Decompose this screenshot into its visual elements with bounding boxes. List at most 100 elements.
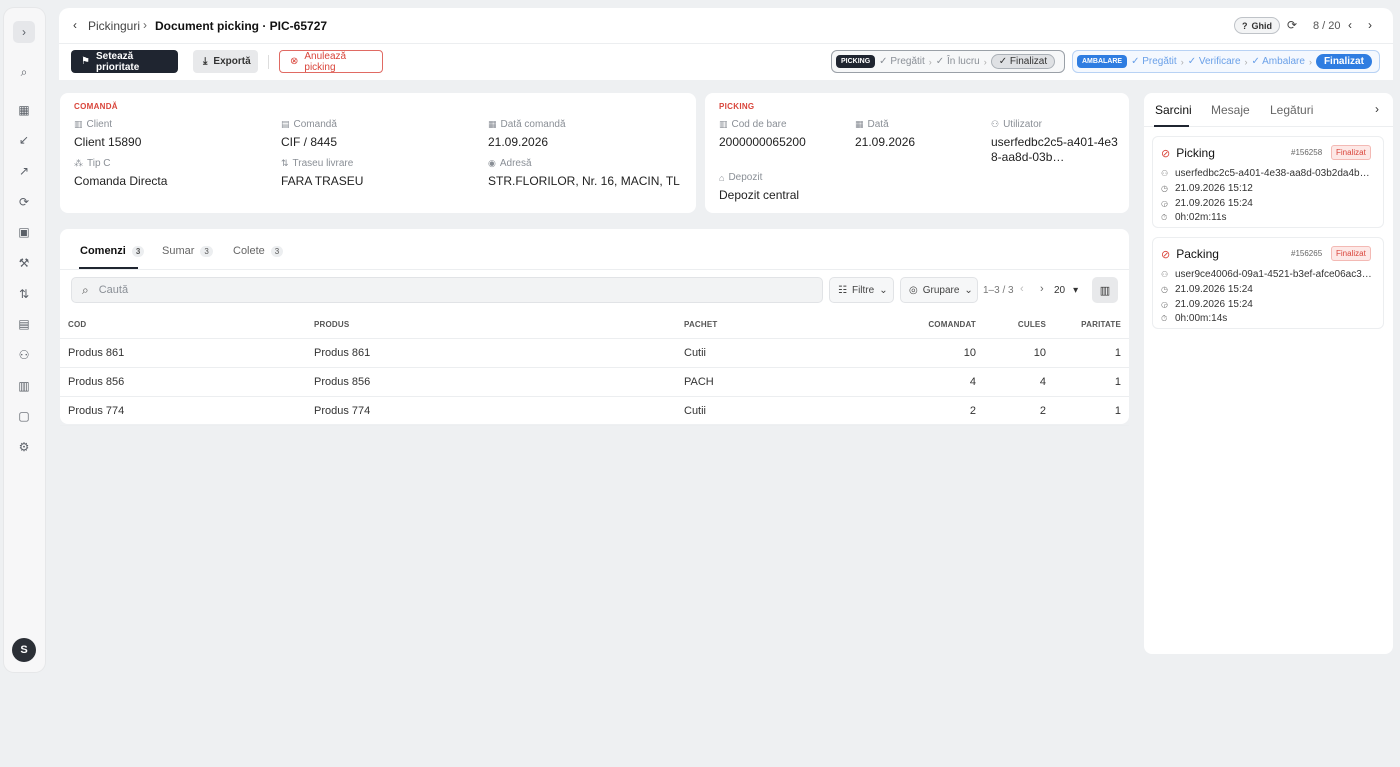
warehouse-field: ⌂ Depozit Depozit central: [719, 172, 799, 203]
content-tabs: Comenzi 3 Sumar 3 Colete 3: [60, 229, 1129, 270]
column-header-cules[interactable]: CULES: [984, 311, 1054, 339]
timer-icon: ⏱: [1161, 313, 1168, 323]
forklift-icon[interactable]: ⚒: [13, 252, 35, 274]
export-button[interactable]: ⤓ Exportă: [193, 50, 258, 73]
toolbar: ⚑ Setează prioritate ⤓ Exportă ⊗ Anuleaz…: [59, 44, 1393, 80]
search-bar: ⌕: [71, 277, 823, 303]
order-type-value: Comanda Directa: [74, 174, 168, 188]
task-id: #156265: [1291, 249, 1323, 258]
per-page-select[interactable]: 20 ▾: [1054, 285, 1078, 296]
calendar-icon: ▦: [855, 119, 864, 129]
step-separator-icon: ›: [928, 56, 932, 67]
outbound-icon[interactable]: ↗: [13, 160, 35, 182]
page-prev-icon[interactable]: ‹: [1020, 283, 1024, 295]
order-card: COMANDĂ ▥ Client Client 15890 ▤ Comandă CI…: [60, 93, 696, 213]
warehouse-label: Depozit: [728, 172, 763, 183]
step-separator-icon: ›: [1244, 56, 1248, 67]
warehouse-icon: ⌂: [719, 172, 725, 183]
guide-button[interactable]: ? Ghid: [1234, 17, 1280, 34]
tab-mesaje[interactable]: Mesaje: [1211, 103, 1250, 117]
client-field: ▥ Client Client 15890: [74, 119, 141, 150]
order-type-label: Tip C: [87, 158, 111, 169]
per-page-value: 20: [1054, 285, 1066, 296]
chevron-down-icon: ⌄: [879, 284, 888, 296]
order-number-field: ▤ Comandă CIF / 8445: [281, 119, 337, 150]
prev-record-icon[interactable]: ‹: [1348, 18, 1352, 32]
column-header-produs[interactable]: PRODUS: [306, 311, 676, 339]
page-next-icon[interactable]: ›: [1040, 283, 1044, 295]
cancel-picking-label: Anulează picking: [304, 50, 347, 73]
type-icon: ⁂: [74, 158, 83, 168]
task-start: 21.09.2026 15:12: [1175, 183, 1253, 194]
group-button[interactable]: ◎ Grupare ⌄: [900, 277, 978, 303]
address-label: Adresă: [499, 158, 532, 169]
active-tab-indicator: [79, 267, 138, 269]
chevron-right-icon[interactable]: ›: [1375, 102, 1379, 116]
cell-paritate: 1: [1054, 367, 1129, 397]
step-separator-icon: ›: [1308, 56, 1312, 67]
address-field: ◉ Adresă STR.FLORILOR, Nr. 16, MACIN, TL: [488, 158, 680, 189]
column-header-paritate[interactable]: PARITATE: [1054, 311, 1129, 339]
dashboard-icon[interactable]: ▦: [13, 99, 35, 121]
end-time-icon: ◶: [1161, 199, 1168, 208]
barcode-icon: ▥: [719, 119, 728, 129]
refresh-icon[interactable]: ⟳: [1287, 18, 1297, 32]
next-record-icon[interactable]: ›: [1368, 18, 1372, 32]
inbound-icon[interactable]: ↙: [13, 129, 35, 151]
search-icon: ⌕: [82, 282, 89, 297]
tab-sarcini[interactable]: Sarcini: [1155, 103, 1192, 117]
task-card-packing[interactable]: ⊘ Packing #156265 Finalizat ⚇ user9ce4006…: [1152, 237, 1384, 329]
column-header-cod[interactable]: COD: [60, 311, 306, 339]
tab-comenzi[interactable]: Comenzi 3: [80, 245, 145, 257]
table-row[interactable]: Produs 856 Produs 856 PACH 4 4 1: [60, 367, 1129, 397]
task-card-picking[interactable]: ⊘ Picking #156258 Finalizat ⚇ userfedbc2c…: [1152, 136, 1384, 228]
tab-sumar[interactable]: Sumar 3: [162, 245, 213, 257]
search-input[interactable]: [98, 284, 699, 296]
table-row[interactable]: Produs 861 Produs 861 Cutii 10 10 1: [60, 338, 1129, 368]
chevron-right-icon[interactable]: ›: [13, 21, 35, 43]
columns-icon: ▥: [1099, 284, 1111, 297]
cell-paritate: 1: [1054, 338, 1129, 368]
tab-colete-count: 3: [270, 245, 284, 257]
cancel-picking-button[interactable]: ⊗ Anulează picking: [279, 50, 383, 73]
cell-paritate: 1: [1054, 396, 1129, 426]
user-icon: ⚇: [1161, 169, 1169, 178]
tab-colete[interactable]: Colete 3: [233, 245, 284, 257]
table-row[interactable]: Produs 774 Produs 774 Cutii 2 2 1: [60, 396, 1129, 426]
settings-icon[interactable]: ⚙: [13, 436, 35, 458]
picking-status-tag: PICKING: [836, 55, 876, 68]
avatar[interactable]: S: [12, 638, 36, 662]
order-date-value: 21.09.2026: [488, 135, 549, 149]
cell-comandat: 2: [876, 396, 984, 426]
columns-toggle-button[interactable]: ▥: [1092, 277, 1118, 303]
task-end: 21.09.2026 15:24: [1175, 198, 1253, 209]
check-circle-icon: ⊘: [1161, 147, 1171, 160]
set-priority-button[interactable]: ⚑ Setează prioritate: [71, 50, 178, 73]
user-label: Utilizator: [1003, 119, 1042, 130]
clipboard-icon[interactable]: ▣: [13, 221, 35, 243]
users-icon[interactable]: ⚇: [13, 344, 35, 366]
column-header-comandat[interactable]: COMANDAT: [876, 311, 984, 339]
side-panel-tabs: Sarcini Mesaje Legături ›: [1144, 93, 1393, 127]
start-time-icon: ◷: [1161, 184, 1168, 193]
cell-cules: 4: [984, 367, 1054, 397]
column-header-pachet[interactable]: PACHET: [676, 311, 876, 339]
user-icon: ⚇: [1161, 270, 1169, 279]
barcode-field: ▥ Cod de bare 2000000065200: [719, 119, 806, 150]
transfer-icon[interactable]: ⟳: [13, 191, 35, 213]
breadcrumb-parent[interactable]: Pickinguri: [88, 19, 140, 33]
status-badge: Finalizat: [1331, 145, 1371, 160]
route-icon[interactable]: ⇅: [13, 283, 35, 305]
picking-date-value: 21.09.2026: [855, 135, 916, 149]
book-icon[interactable]: ▥: [13, 375, 35, 397]
picking-status-tracker: PICKING ✓ Pregătit › ✓ În lucru › ✓ Fina…: [831, 50, 1065, 73]
cash-icon[interactable]: ▤: [13, 313, 35, 335]
route-icon: ⇅: [281, 158, 289, 168]
export-label: Exportă: [213, 56, 251, 67]
tab-legaturi[interactable]: Legături: [1270, 103, 1313, 117]
file-icon[interactable]: ▢: [13, 405, 35, 427]
back-chevron-icon[interactable]: ‹: [73, 18, 77, 32]
search-icon[interactable]: ⌕: [13, 61, 35, 83]
filter-button[interactable]: ☷ Filtre ⌄: [829, 277, 894, 303]
tab-comenzi-label: Comenzi: [80, 245, 126, 257]
